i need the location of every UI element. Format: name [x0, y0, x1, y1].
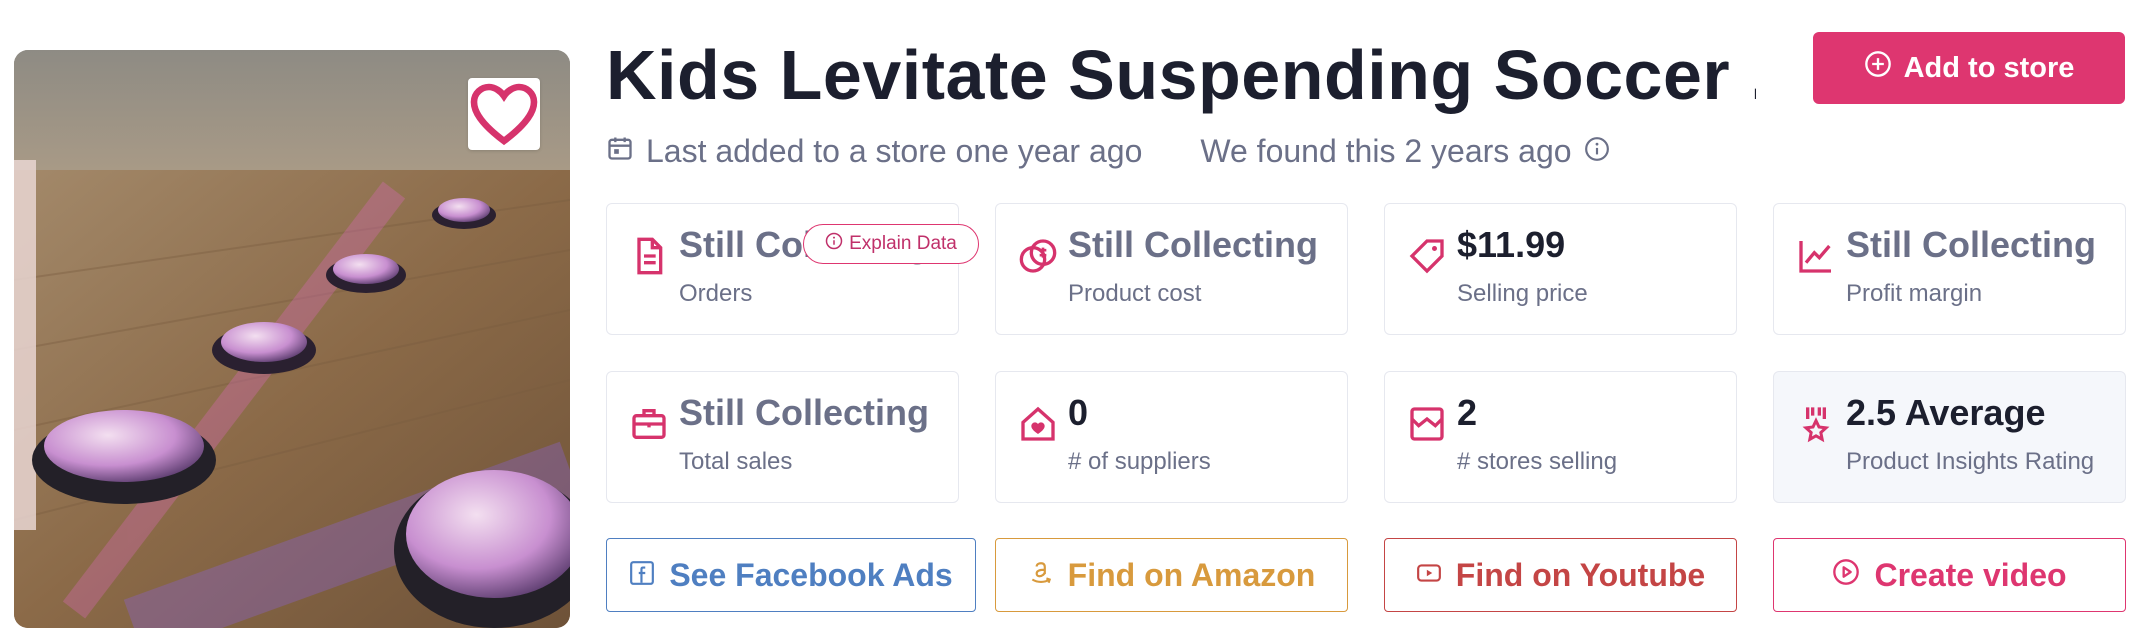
stat-label: # stores selling: [1457, 448, 1618, 475]
stat-label: Total sales: [679, 448, 793, 475]
home-heart-icon: [1018, 404, 1058, 444]
youtube-icon: [1416, 557, 1442, 594]
found-info: We found this 2 years ago: [1200, 133, 1609, 170]
stat-value: 2.5 Average: [1846, 392, 2046, 433]
last-added-info: Last added to a store one year ago: [606, 133, 1142, 170]
stat-value: 0: [1068, 392, 1089, 433]
info-icon: [825, 232, 843, 256]
amazon-label: Find on Amazon: [1067, 556, 1316, 593]
info-icon[interactable]: [1584, 133, 1610, 170]
stat-card-suppliers: 0 # of suppliers: [995, 371, 1348, 503]
stat-value: $11.99: [1457, 224, 1566, 265]
create-video-label: Create video: [1874, 556, 2067, 593]
award-icon: [1796, 404, 1836, 444]
stat-value: 2: [1457, 392, 1478, 433]
add-to-store-button[interactable]: Add to store: [1813, 32, 2125, 104]
explain-data-badge[interactable]: Explain Data: [803, 224, 979, 264]
create-video-button[interactable]: Create video: [1773, 538, 2126, 612]
last-added-text: Last added to a store one year ago: [646, 132, 1143, 169]
find-on-youtube-button[interactable]: Find on Youtube: [1384, 538, 1737, 612]
facebook-icon: [629, 557, 655, 594]
stat-card-rating: 2.5 Average Product Insights Rating: [1773, 371, 2126, 503]
find-on-amazon-button[interactable]: Find on Amazon: [995, 538, 1348, 612]
add-to-store-label: Add to store: [1903, 51, 2075, 84]
stat-card-stores-selling: 2 # stores selling: [1384, 371, 1737, 503]
play-circle-icon: [1832, 557, 1860, 594]
stat-label: Profit margin: [1846, 280, 1983, 307]
favorite-button[interactable]: [468, 78, 540, 150]
amazon-icon: [1028, 557, 1054, 594]
product-title: Kids Levitate Suspending Soccer ...: [606, 36, 1756, 114]
facebook-ads-label: See Facebook Ads: [669, 556, 953, 593]
calendar-icon: [606, 133, 634, 170]
stat-label: Orders: [679, 280, 753, 307]
plus-circle-icon: [1864, 50, 1892, 86]
trend-chart-icon: [1796, 236, 1836, 276]
stat-card-total-sales: Still Collecting Total sales: [606, 371, 959, 503]
store-icon: [1407, 404, 1447, 444]
stat-card-profit-margin: Still Collecting Profit margin: [1773, 203, 2126, 335]
see-facebook-ads-button[interactable]: See Facebook Ads: [606, 538, 976, 612]
stat-label: Product Insights Rating: [1846, 448, 2095, 475]
stat-value: Still Collecting: [679, 392, 930, 433]
youtube-label: Find on Youtube: [1455, 556, 1706, 593]
stat-label: Product cost: [1068, 280, 1202, 307]
stat-card-orders: Still Collecting Orders: [606, 203, 959, 335]
found-text: We found this 2 years ago: [1200, 132, 1572, 169]
meta-row: Last added to a store one year ago We fo…: [606, 128, 1610, 174]
stat-value: Still Collecting: [1068, 224, 1319, 265]
briefcase-icon: [629, 404, 669, 444]
explain-data-label: Explain Data: [849, 233, 957, 254]
product-image: [14, 50, 570, 628]
stat-label: Selling price: [1457, 280, 1588, 307]
stat-card-product-cost: Still Collecting Product cost: [995, 203, 1348, 335]
stat-value: Still Collecting: [1846, 224, 2097, 265]
coins-icon: [1018, 236, 1058, 276]
document-icon: [629, 236, 669, 276]
stat-card-selling-price: $11.99 Selling price: [1384, 203, 1737, 335]
stat-label: # of suppliers: [1068, 448, 1211, 475]
price-tag-icon: [1407, 236, 1447, 276]
